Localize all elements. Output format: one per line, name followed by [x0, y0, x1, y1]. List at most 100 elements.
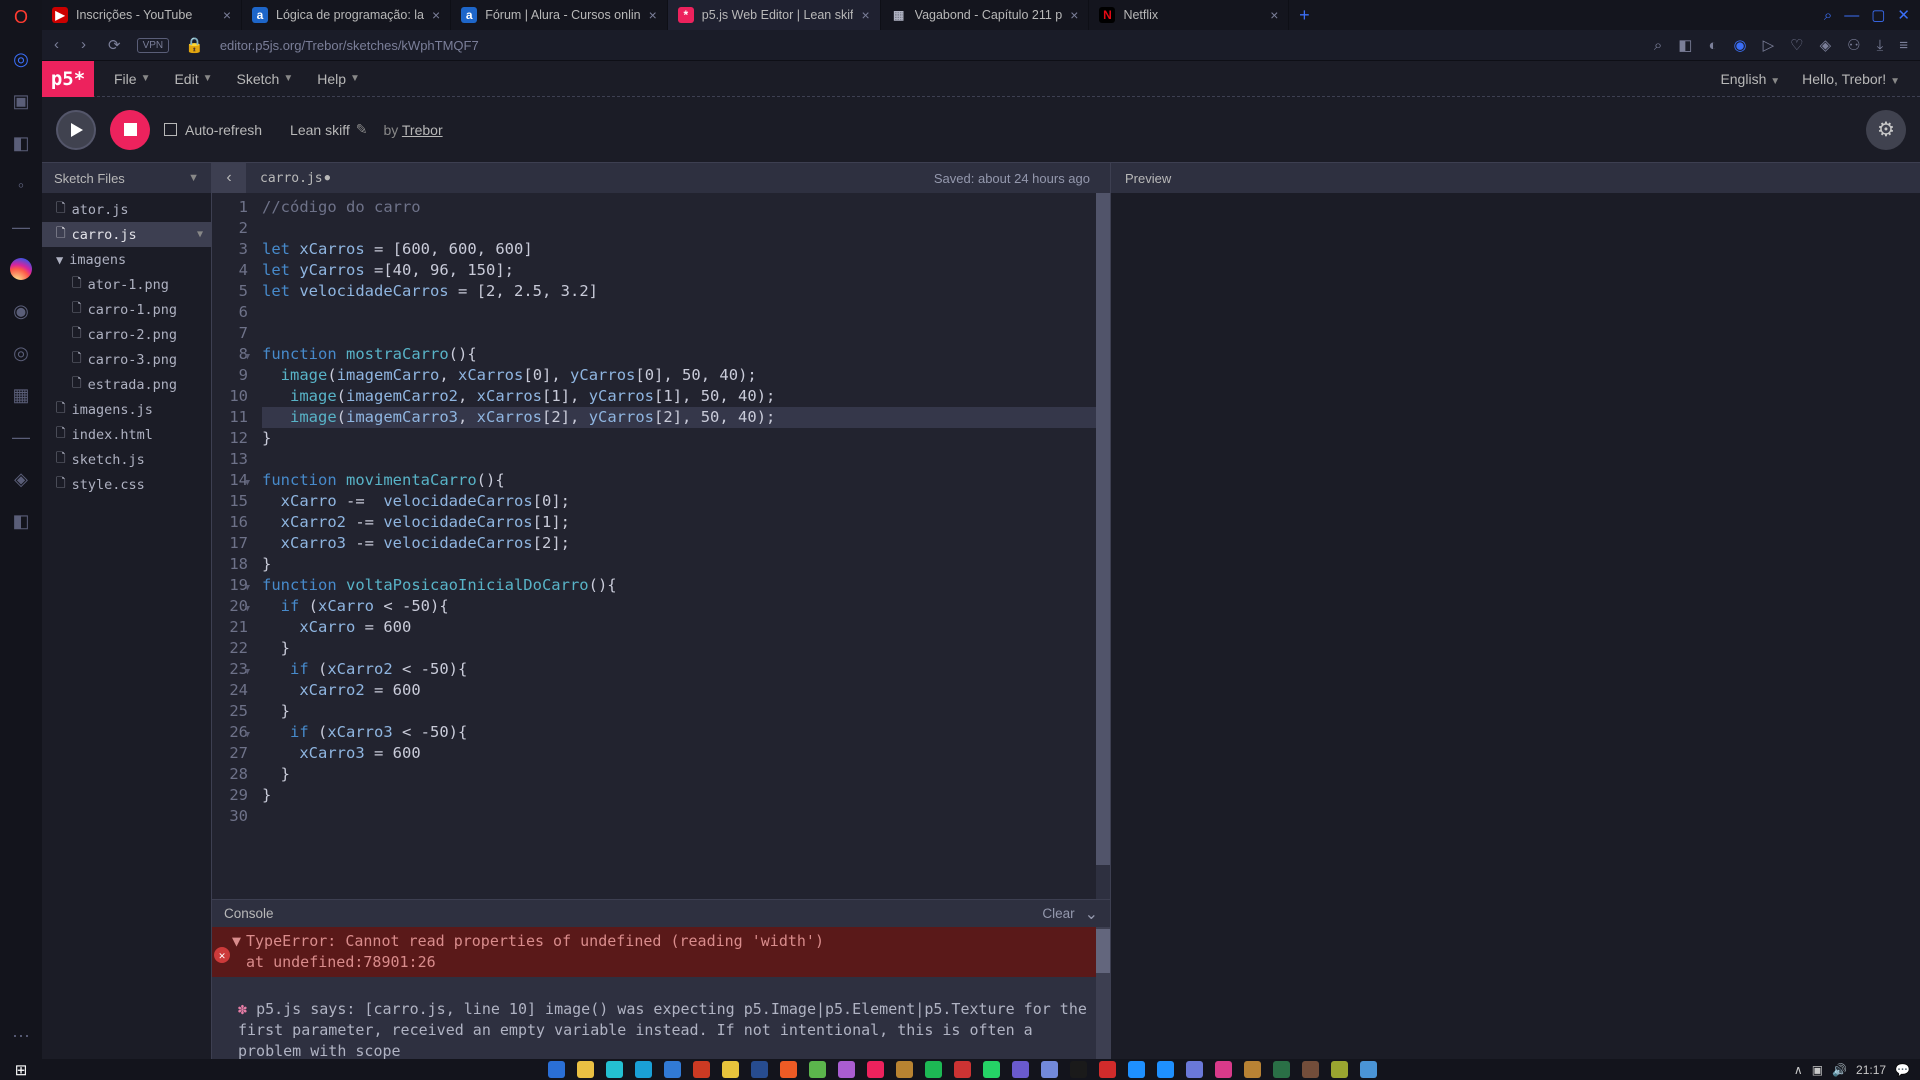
sidebar-more-icon[interactable]: ⋯: [10, 1025, 32, 1047]
instagram-icon[interactable]: [10, 258, 32, 280]
browser-tab[interactable]: aFórum | Alura - Cursos onlin×: [451, 0, 668, 30]
taskbar-app-icon[interactable]: [1070, 1061, 1087, 1078]
taskbar-app-icon[interactable]: [1302, 1061, 1319, 1078]
menu-edit[interactable]: Edit ▼: [174, 71, 212, 87]
taskbar-app-icon[interactable]: [1041, 1061, 1058, 1078]
menu-help[interactable]: Help ▼: [317, 71, 360, 87]
auto-refresh-toggle[interactable]: Auto-refresh: [164, 122, 262, 138]
tray-network-icon[interactable]: ▣: [1812, 1063, 1823, 1077]
file-item[interactable]: 🗋ator-1.png: [42, 272, 211, 297]
sidebar-header[interactable]: Sketch Files ▼: [42, 163, 211, 193]
vpn-badge[interactable]: VPN: [137, 38, 170, 53]
collapse-sidebar-button[interactable]: ‹: [212, 163, 246, 193]
taskbar-app-icon[interactable]: [867, 1061, 884, 1078]
menu-file[interactable]: File ▼: [114, 71, 150, 87]
taskbar-app-icon[interactable]: [635, 1061, 652, 1078]
play-button[interactable]: [56, 110, 96, 150]
maximize-icon[interactable]: ▢: [1871, 6, 1885, 24]
new-tab-button[interactable]: +: [1289, 0, 1319, 30]
start-button[interactable]: ⊞: [0, 1059, 42, 1080]
browser-tab[interactable]: *p5.js Web Editor | Lean skif×: [668, 0, 881, 30]
file-item[interactable]: 🗋carro-2.png: [42, 322, 211, 347]
flow-icon[interactable]: ◧: [10, 510, 32, 532]
taskbar-app-icon[interactable]: [1012, 1061, 1029, 1078]
shield-icon[interactable]: ◉: [1734, 36, 1747, 54]
taskbar-app-icon[interactable]: [1331, 1061, 1348, 1078]
file-item[interactable]: 🗋index.html: [42, 422, 211, 447]
taskbar-app-icon[interactable]: [751, 1061, 768, 1078]
file-item[interactable]: 🗋carro-3.png: [42, 347, 211, 372]
taskbar-app-icon[interactable]: [548, 1061, 565, 1078]
taskbar-app-icon[interactable]: [896, 1061, 913, 1078]
tab-close-icon[interactable]: ×: [223, 7, 231, 23]
lock-icon[interactable]: 🔒: [185, 36, 204, 54]
edit-name-icon[interactable]: ✎: [356, 121, 368, 138]
taskbar-app-icon[interactable]: [1099, 1061, 1116, 1078]
scrollbar-thumb[interactable]: [1096, 193, 1110, 865]
taskbar-app-icon[interactable]: [838, 1061, 855, 1078]
console-scrollbar[interactable]: [1096, 927, 1110, 1059]
stop-button[interactable]: [110, 110, 150, 150]
tab-close-icon[interactable]: ×: [1270, 7, 1278, 23]
back-icon[interactable]: ‹: [54, 36, 59, 54]
messenger-icon[interactable]: ◦: [10, 174, 32, 196]
browser-tab[interactable]: ▦Vagabond - Capítulo 211 p×: [881, 0, 1090, 30]
profile-icon[interactable]: ⚇: [1847, 36, 1860, 54]
taskbar-app-icon[interactable]: [1215, 1061, 1232, 1078]
bookmark-icon[interactable]: ▷: [1763, 36, 1775, 54]
browser-tab[interactable]: ▶Inscrições - YouTube×: [42, 0, 242, 30]
snapshot-icon[interactable]: ◐: [1708, 37, 1717, 54]
forward-icon[interactable]: ›: [81, 36, 86, 54]
opera-search-icon[interactable]: ⌕: [1824, 7, 1832, 24]
browser-tab[interactable]: NNetflix×: [1089, 0, 1289, 30]
taskbar-app-icon[interactable]: [1244, 1061, 1261, 1078]
opera-logo-icon[interactable]: O: [10, 6, 32, 28]
taskbar-app-icon[interactable]: [1186, 1061, 1203, 1078]
open-file-tab[interactable]: carro.js●: [246, 163, 344, 193]
console-clear-button[interactable]: Clear: [1042, 906, 1074, 921]
player-icon[interactable]: ◈: [10, 468, 32, 490]
file-item[interactable]: 🗋carro.js▼: [42, 222, 211, 247]
user-greeting[interactable]: Hello, Trebor! ▼: [1802, 71, 1900, 87]
menu-sketch[interactable]: Sketch ▼: [237, 71, 294, 87]
tray-time[interactable]: 21:17: [1856, 1063, 1886, 1077]
code-editor[interactable]: 12345678▼91011121314▼1516171819▼20▼21222…: [212, 193, 1110, 899]
browser-tab[interactable]: aLógica de programação: la×: [242, 0, 451, 30]
taskbar-app-icon[interactable]: [722, 1061, 739, 1078]
tab-close-icon[interactable]: ×: [432, 7, 440, 23]
sidebar-dropdown-icon[interactable]: ▼: [188, 172, 199, 184]
tab-close-icon[interactable]: ×: [861, 7, 869, 23]
taskbar-app-icon[interactable]: [1360, 1061, 1377, 1078]
editor-scrollbar[interactable]: [1096, 193, 1110, 899]
easy-setup-icon[interactable]: ≡: [1899, 37, 1908, 54]
whatsapp-icon[interactable]: ◉: [10, 300, 32, 322]
taskbar-app-icon[interactable]: [1273, 1061, 1290, 1078]
taskbar-app-icon[interactable]: [693, 1061, 710, 1078]
close-window-icon[interactable]: ✕: [1897, 6, 1910, 24]
tray-volume-icon[interactable]: 🔊: [1832, 1063, 1847, 1077]
heart-icon[interactable]: ♡: [1790, 36, 1803, 54]
code-area[interactable]: //código do carro let xCarros = [600, 60…: [256, 193, 1096, 899]
minimize-icon[interactable]: —: [1844, 7, 1859, 24]
file-menu-icon[interactable]: ▼: [197, 229, 203, 240]
taskbar-app-icon[interactable]: [954, 1061, 971, 1078]
file-item[interactable]: 🗋carro-1.png: [42, 297, 211, 322]
taskbar-app-icon[interactable]: [1128, 1061, 1145, 1078]
taskbar-app-icon[interactable]: [606, 1061, 623, 1078]
file-item[interactable]: 🗋imagens.js: [42, 397, 211, 422]
tray-notifications-icon[interactable]: 💬: [1895, 1063, 1910, 1077]
file-item[interactable]: 🗋sketch.js: [42, 447, 211, 472]
taskbar-app-icon[interactable]: [925, 1061, 942, 1078]
checkbox-icon[interactable]: [164, 123, 177, 136]
sidebar-toggle-icon[interactable]: ◧: [1678, 36, 1692, 54]
search-icon[interactable]: ⌕: [1654, 37, 1662, 54]
taskbar-app-icon[interactable]: [780, 1061, 797, 1078]
sketch-name[interactable]: Lean skiff: [290, 122, 350, 138]
cube-icon[interactable]: ◈: [1820, 36, 1832, 54]
author-link[interactable]: Trebor: [402, 122, 443, 138]
taskbar-app-icon[interactable]: [983, 1061, 1000, 1078]
taskbar-app-icon[interactable]: [664, 1061, 681, 1078]
file-item[interactable]: 🗋estrada.png: [42, 372, 211, 397]
taskbar-app-icon[interactable]: [577, 1061, 594, 1078]
twitter-icon[interactable]: ◎: [10, 342, 32, 364]
